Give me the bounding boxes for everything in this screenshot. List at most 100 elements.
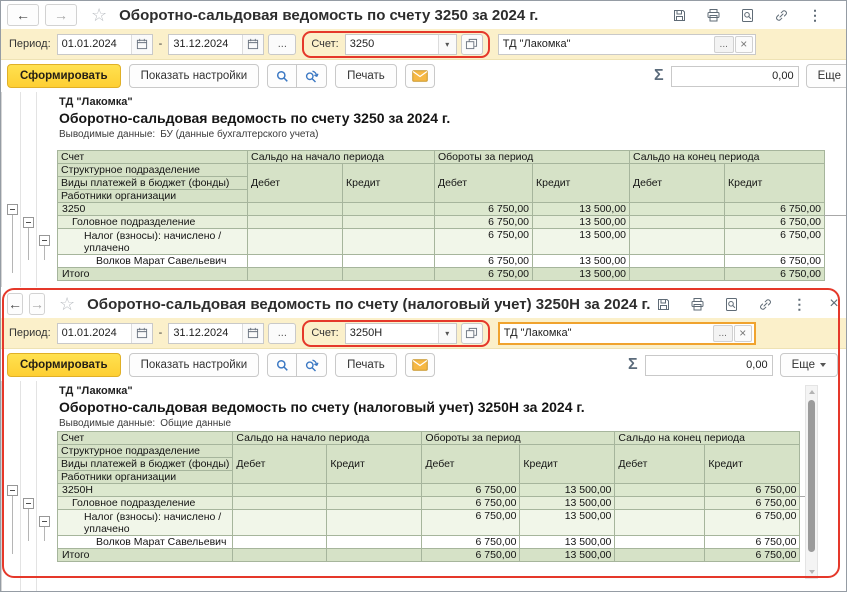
cell-end-credit[interactable]: 6 750,00 — [725, 229, 825, 255]
more-button[interactable]: Еще — [780, 353, 838, 377]
link-icon[interactable] — [774, 8, 789, 23]
forward-button[interactable]: → — [29, 293, 45, 315]
more-button[interactable]: Еще — [806, 64, 846, 88]
calendar-icon[interactable] — [131, 324, 152, 343]
calendar-icon[interactable] — [242, 324, 263, 343]
print-preview-icon[interactable] — [724, 297, 739, 312]
save-icon[interactable] — [672, 8, 687, 23]
cell-turnover-debit[interactable]: 6 750,00 — [422, 510, 520, 536]
cell-begin-debit[interactable] — [233, 484, 327, 497]
cell-account[interactable]: Головное подразделение — [58, 216, 248, 229]
send-email-button[interactable] — [405, 353, 435, 377]
cell-turnover-credit[interactable]: 13 500,00 — [520, 549, 615, 562]
cell-turnover-credit[interactable]: 13 500,00 — [533, 203, 630, 216]
cell-turnover-debit[interactable]: 6 750,00 — [422, 536, 520, 549]
cell-begin-credit[interactable] — [327, 510, 422, 536]
collapse-group-icon[interactable] — [23, 217, 34, 228]
cell-turnover-credit[interactable]: 13 500,00 — [520, 510, 615, 536]
organization-input[interactable]: ТД "Лакомка" ... × — [498, 322, 756, 345]
more-menu-icon[interactable]: ⋮ — [808, 7, 822, 24]
cell-end-credit[interactable]: 6 750,00 — [705, 484, 800, 497]
cell-end-credit[interactable]: 6 750,00 — [705, 549, 800, 562]
cell-end-debit[interactable] — [615, 510, 705, 536]
scrollbar-thumb[interactable] — [808, 400, 815, 552]
cell-begin-debit[interactable] — [233, 497, 327, 510]
cell-turnover-debit[interactable]: 6 750,00 — [422, 484, 520, 497]
cell-begin-debit[interactable] — [248, 268, 343, 281]
autosum-field[interactable]: 0,00 — [671, 66, 799, 87]
cell-end-debit[interactable] — [630, 268, 725, 281]
cell-begin-debit[interactable] — [233, 510, 327, 536]
scroll-up-icon[interactable] — [809, 390, 815, 394]
collapse-group-icon[interactable] — [39, 516, 50, 527]
cell-end-debit[interactable] — [615, 497, 705, 510]
period-variants-button[interactable]: ... — [268, 323, 296, 344]
collapse-group-icon[interactable] — [39, 235, 50, 246]
autosum-sigma-icon[interactable]: Σ — [654, 67, 664, 85]
cell-end-debit[interactable] — [630, 203, 725, 216]
show-settings-button[interactable]: Показать настройки — [129, 64, 260, 88]
cell-turnover-debit[interactable]: 6 750,00 — [435, 268, 533, 281]
cell-end-debit[interactable] — [615, 484, 705, 497]
cell-end-debit[interactable] — [630, 229, 725, 255]
open-account-button[interactable] — [461, 34, 483, 55]
cell-begin-debit[interactable] — [248, 255, 343, 268]
collapse-group-icon[interactable] — [7, 204, 18, 215]
cell-account[interactable]: Волков Марат Савельевич — [58, 536, 233, 549]
cell-turnover-debit[interactable]: 6 750,00 — [435, 255, 533, 268]
send-email-button[interactable] — [405, 64, 435, 88]
cell-turnover-credit[interactable]: 13 500,00 — [533, 268, 630, 281]
collapse-group-icon[interactable] — [23, 498, 34, 509]
close-icon[interactable]: × — [829, 296, 838, 312]
cell-begin-debit[interactable] — [233, 549, 327, 562]
period-to-input[interactable]: 31.12.2024 — [168, 323, 264, 344]
more-menu-icon[interactable]: ⋮ — [792, 296, 806, 313]
cell-begin-credit[interactable] — [327, 497, 422, 510]
cell-turnover-credit[interactable]: 13 500,00 — [533, 229, 630, 255]
cell-end-credit[interactable]: 6 750,00 — [725, 268, 825, 281]
cell-end-debit[interactable] — [630, 255, 725, 268]
account-combobox[interactable]: 3250Н ▾ — [345, 323, 457, 344]
back-button[interactable]: ← — [7, 4, 39, 26]
cell-account[interactable]: Головное подразделение — [58, 497, 233, 510]
cell-turnover-debit[interactable]: 6 750,00 — [435, 229, 533, 255]
print-icon[interactable] — [690, 297, 705, 312]
cell-end-credit[interactable]: 6 750,00 — [725, 255, 825, 268]
organization-clear-icon[interactable]: × — [734, 325, 752, 342]
period-to-input[interactable]: 31.12.2024 — [168, 34, 264, 55]
cell-begin-debit[interactable] — [248, 216, 343, 229]
show-settings-button[interactable]: Показать настройки — [129, 353, 260, 377]
cell-begin-credit[interactable] — [343, 255, 435, 268]
cell-begin-credit[interactable] — [327, 484, 422, 497]
cell-account[interactable]: Налог (взносы): начислено / уплачено — [58, 510, 233, 536]
search-button[interactable] — [267, 353, 297, 377]
cell-turnover-debit[interactable]: 6 750,00 — [422, 549, 520, 562]
cell-account[interactable]: Волков Марат Савельевич — [58, 255, 248, 268]
autosum-sigma-icon[interactable]: Σ — [628, 356, 638, 374]
cell-begin-credit[interactable] — [327, 536, 422, 549]
cell-turnover-credit[interactable]: 13 500,00 — [520, 497, 615, 510]
link-icon[interactable] — [758, 297, 773, 312]
cell-end-credit[interactable]: 6 750,00 — [705, 510, 800, 536]
cell-turnover-credit[interactable]: 13 500,00 — [520, 536, 615, 549]
cell-end-credit[interactable]: 6 750,00 — [725, 216, 825, 229]
account-combobox[interactable]: 3250 ▾ — [345, 34, 457, 55]
print-preview-icon[interactable] — [740, 8, 755, 23]
generate-button[interactable]: Сформировать — [7, 353, 121, 377]
calendar-icon[interactable] — [242, 35, 263, 54]
cell-account[interactable]: Налог (взносы): начислено / уплачено — [58, 229, 248, 255]
cell-account[interactable]: Итого — [58, 268, 248, 281]
print-button[interactable]: Печать — [335, 64, 397, 88]
cell-begin-debit[interactable] — [233, 536, 327, 549]
cell-end-credit[interactable]: 6 750,00 — [705, 536, 800, 549]
print-icon[interactable] — [706, 8, 721, 23]
vertical-scrollbar[interactable] — [805, 385, 818, 579]
autosum-field[interactable]: 0,00 — [645, 355, 773, 376]
back-button[interactable]: ← — [7, 293, 23, 315]
favorite-star-icon[interactable]: ☆ — [91, 6, 107, 24]
cell-end-credit[interactable]: 6 750,00 — [705, 497, 800, 510]
period-variants-button[interactable]: ... — [268, 34, 296, 55]
cell-turnover-credit[interactable]: 13 500,00 — [520, 484, 615, 497]
cell-turnover-credit[interactable]: 13 500,00 — [533, 255, 630, 268]
organization-select-button[interactable]: ... — [714, 36, 734, 53]
